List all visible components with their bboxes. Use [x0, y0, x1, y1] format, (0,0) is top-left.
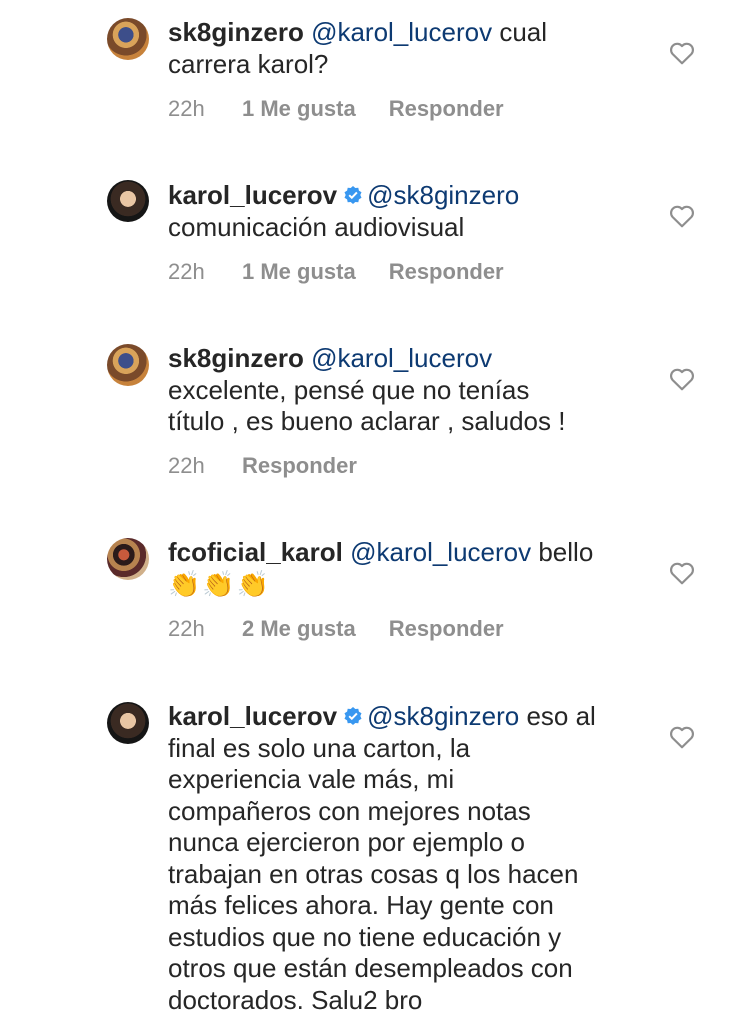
heart-icon[interactable] — [669, 204, 695, 228]
comment-line: trabajan en otras cosas q los hacen — [168, 858, 579, 889]
comment-meta: 22h 1 Me gusta Responder — [168, 259, 504, 285]
comment-line: eso al — [519, 701, 596, 731]
comment-line: título , es bueno aclarar , saludos ! — [168, 406, 566, 436]
username[interactable]: karol_lucerov — [168, 180, 337, 210]
username[interactable]: fcoficial_karol — [168, 537, 343, 567]
comment-time: 22h — [168, 453, 205, 478]
comment-text: karol_lucerov @sk8ginzero comunicación au… — [168, 180, 519, 243]
likes-count[interactable]: 1 Me gusta — [242, 259, 356, 285]
mention-link[interactable]: @sk8ginzero — [367, 701, 519, 731]
comment-text: karol_lucerov @sk8ginzero eso al final es… — [168, 701, 596, 1016]
heart-icon[interactable] — [669, 41, 695, 65]
comment-line: más felices ahora. Hay gente con — [168, 890, 554, 920]
verified-badge-icon — [344, 186, 362, 204]
heart-icon[interactable] — [669, 367, 695, 391]
comment-line: comunicación audiovisual — [168, 211, 465, 242]
comment-time: 22h — [168, 96, 205, 121]
username[interactable]: sk8ginzero — [168, 343, 304, 373]
reply-button[interactable]: Responder — [389, 259, 504, 285]
likes-count[interactable]: 1 Me gusta — [242, 96, 356, 122]
comment-line: bello — [531, 537, 594, 567]
comment-meta: 22h Responder — [168, 453, 357, 479]
verified-badge-icon — [344, 707, 362, 725]
comment-text: fcoficial_karol @karol_lucerov bello 👏👏👏 — [168, 537, 593, 600]
clapping-hands-emoji: 👏👏👏 — [168, 568, 272, 599]
avatar[interactable] — [107, 538, 149, 580]
comment-time: 22h — [168, 259, 205, 284]
avatar[interactable] — [107, 702, 149, 744]
mention-link[interactable]: @karol_lucerov — [350, 537, 531, 567]
comment-line: final es solo una carton, la — [168, 732, 471, 763]
avatar[interactable] — [107, 180, 149, 222]
comment-line: cual — [492, 17, 548, 47]
heart-icon[interactable] — [669, 725, 695, 749]
reply-button[interactable]: Responder — [242, 453, 357, 479]
heart-icon[interactable] — [669, 561, 695, 585]
comment-time: 22h — [168, 616, 205, 641]
comment-line: nunca ejercieron por ejemplo o — [168, 827, 525, 857]
comment-line: compañeros con mejores notas — [168, 795, 531, 826]
reply-button[interactable]: Responder — [389, 96, 504, 122]
comment-line: doctorados. Salu2 bro — [168, 984, 423, 1015]
username[interactable]: sk8ginzero — [168, 17, 304, 47]
mention-link[interactable]: @karol_lucerov — [311, 343, 492, 373]
comment-line: experiencia vale más, mi — [168, 764, 455, 794]
likes-count[interactable]: 2 Me gusta — [242, 616, 356, 642]
avatar[interactable] — [107, 18, 149, 60]
comment-text: sk8ginzero @karol_lucerov cual carrera k… — [168, 17, 547, 80]
comment-line: estudios que no tiene educación y — [168, 921, 562, 952]
comment-line: excelente, pensé que no tenías — [168, 374, 530, 405]
reply-button[interactable]: Responder — [389, 616, 504, 642]
comment-meta: 22h 1 Me gusta Responder — [168, 96, 504, 122]
username[interactable]: karol_lucerov — [168, 701, 337, 731]
mention-link[interactable]: @sk8ginzero — [367, 180, 519, 210]
comment-line: carrera karol? — [168, 48, 329, 79]
comment-meta: 22h 2 Me gusta Responder — [168, 616, 504, 642]
avatar[interactable] — [107, 344, 149, 386]
comment-text: sk8ginzero @karol_lucerov excelente, pen… — [168, 343, 565, 438]
mention-link[interactable]: @karol_lucerov — [311, 17, 492, 47]
comment-line: otros que están desempleados con — [168, 953, 573, 983]
